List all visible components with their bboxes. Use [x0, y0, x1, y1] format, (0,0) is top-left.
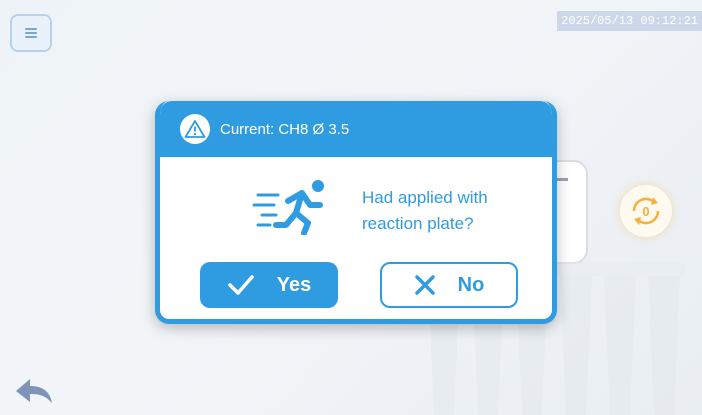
running-person-icon	[252, 180, 324, 235]
yes-button-label: Yes	[276, 273, 312, 296]
refresh-counter[interactable]: 0	[620, 185, 672, 237]
refresh-counter-icon: 0	[632, 197, 660, 225]
confirm-dialog: Current: CH8 Ø 3.5 Had applied with reac…	[155, 101, 557, 324]
counter-value: 0	[642, 204, 649, 219]
warning-icon	[180, 114, 210, 144]
dialog-body: Had applied with reaction plate? Yes No	[160, 157, 552, 319]
dialog-title: Current: CH8 Ø 3.5	[220, 120, 350, 138]
dialog-message: Had applied with reaction plate?	[362, 185, 542, 237]
dialog-header: Current: CH8 Ø 3.5	[160, 101, 552, 157]
message-line-2: reaction plate?	[362, 214, 474, 233]
menu-icon	[25, 28, 37, 38]
check-icon	[228, 275, 254, 295]
yes-button[interactable]: Yes	[200, 262, 338, 308]
no-button-label: No	[457, 273, 485, 296]
no-button[interactable]: No	[380, 262, 518, 308]
back-arrow-icon[interactable]	[14, 375, 54, 407]
close-icon	[414, 275, 435, 295]
menu-button[interactable]	[10, 14, 52, 52]
timestamp: 2025/05/13 09:12:21	[557, 11, 702, 31]
message-line-1: Had applied with	[362, 188, 488, 207]
